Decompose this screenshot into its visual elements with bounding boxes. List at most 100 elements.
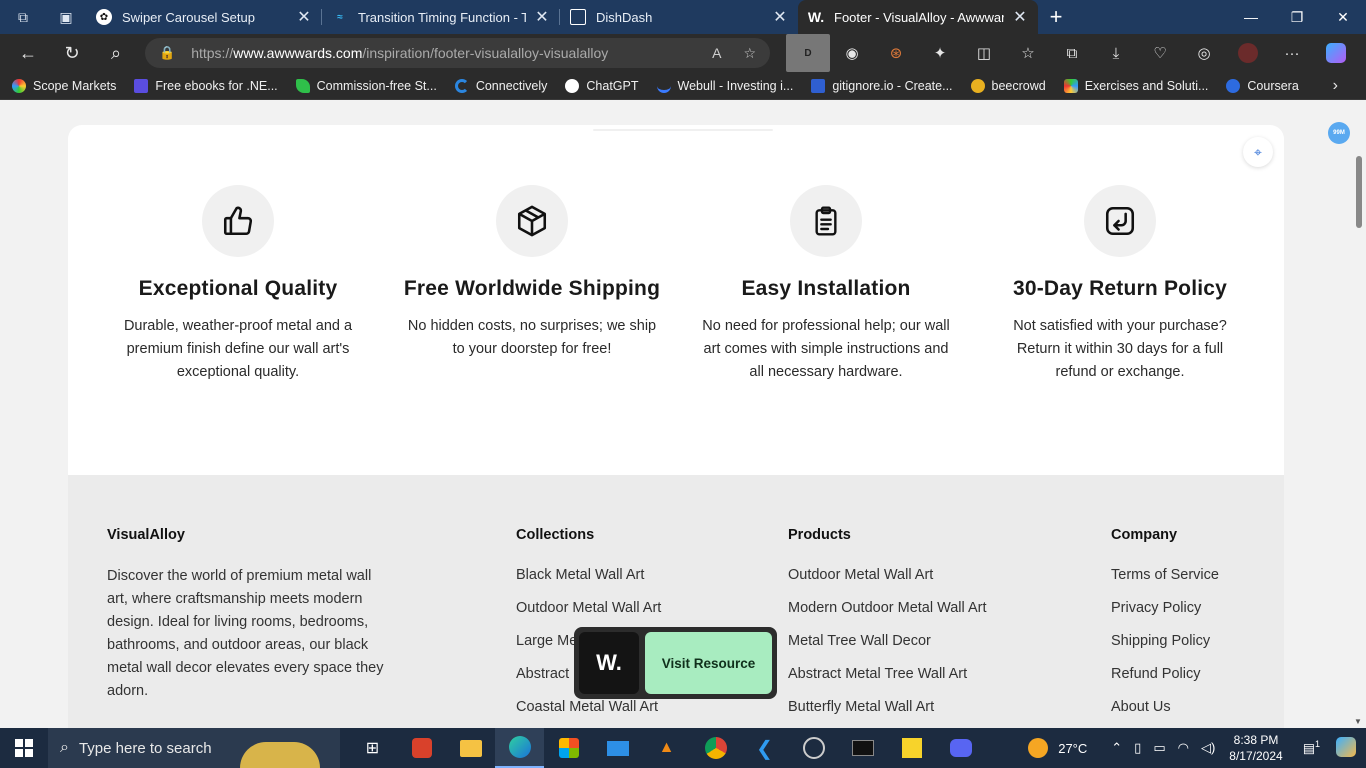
footer-link[interactable]: Butterfly Metal Wall Art xyxy=(788,697,987,728)
copilot-taskbar-icon[interactable] xyxy=(1336,736,1356,760)
chrome-icon[interactable] xyxy=(691,728,740,768)
footer-link[interactable]: Refund Policy xyxy=(1111,664,1219,697)
extensions-puzzle-icon[interactable]: ✦ xyxy=(918,34,962,72)
feature-text: Durable, weather-proof metal and a premi… xyxy=(123,318,353,380)
new-tab-button[interactable]: + xyxy=(1038,0,1074,34)
footer-company: Company Terms of Service Privacy Policy … xyxy=(1111,527,1219,728)
vlc-icon[interactable]: ▲ xyxy=(642,728,691,768)
feature-text: Not satisfied with your purchase? Return… xyxy=(1013,318,1227,380)
windows-start-icon[interactable] xyxy=(0,728,48,768)
microsoft-store-icon[interactable] xyxy=(544,728,593,768)
visual-search-icon[interactable]: ⌖ xyxy=(1243,137,1273,167)
footer-link[interactable]: Terms of Service xyxy=(1111,565,1219,598)
terminal-icon[interactable] xyxy=(838,728,887,768)
tab-dishdash[interactable]: DishDash ✕ xyxy=(560,0,798,34)
weather-widget[interactable]: 27°C xyxy=(1028,738,1087,758)
chevron-right-icon[interactable]: › xyxy=(1333,77,1338,95)
footer-brand-name: VisualAlloy xyxy=(107,527,185,543)
copilot-edge-icon[interactable]: ◎ xyxy=(1182,34,1226,72)
read-aloud-icon[interactable]: A xyxy=(712,45,721,62)
bookmark-item[interactable]: Commission-free St... xyxy=(295,78,437,93)
bookmark-item[interactable]: beecrowd xyxy=(970,78,1046,93)
visit-resource-button[interactable]: Visit Resource xyxy=(645,632,772,694)
footer-link[interactable]: About Us xyxy=(1111,697,1219,728)
footer-link[interactable]: Abstract Metal Tree Wall Art xyxy=(788,664,987,697)
extension-compass-icon[interactable]: ⊛ xyxy=(874,34,918,72)
discord-icon[interactable] xyxy=(936,728,985,768)
performance-icon[interactable]: ♡ xyxy=(1138,34,1182,72)
extension-badge[interactable]: 99M xyxy=(1328,122,1350,144)
close-tab-icon[interactable]: ✕ xyxy=(534,7,550,27)
bookmark-item[interactable]: Free ebooks for .NE... xyxy=(134,78,278,93)
device-icon[interactable]: ▯ xyxy=(1134,740,1141,756)
workspaces-icon[interactable]: ⧉ xyxy=(0,0,46,34)
footer-link[interactable]: Privacy Policy xyxy=(1111,598,1219,631)
awwwards-logo[interactable]: W. xyxy=(579,632,639,694)
extension-d-icon[interactable]: D xyxy=(786,34,830,72)
footer-brand: VisualAlloy Discover the world of premiu… xyxy=(107,527,392,703)
chevron-up-icon[interactable]: ⌃ xyxy=(1111,740,1122,756)
page-scrollbar[interactable]: ▼ xyxy=(1352,101,1366,728)
bookmark-item[interactable]: gitignore.io - Create... xyxy=(811,78,953,93)
close-tab-icon[interactable]: ✕ xyxy=(296,7,312,27)
url-field[interactable]: 🔒 https://www.awwwards.com/inspiration/f… xyxy=(145,38,770,68)
scrollbar-thumb[interactable] xyxy=(1356,156,1362,228)
footer-link[interactable]: Coastal Metal Wall Art xyxy=(516,697,661,728)
footer-link[interactable]: Metal Tree Wall Decor xyxy=(788,631,987,664)
back-icon[interactable]: ← xyxy=(6,34,50,72)
mail-icon[interactable] xyxy=(593,728,642,768)
close-window-icon[interactable]: ✕ xyxy=(1320,0,1366,34)
edge-browser-icon[interactable] xyxy=(495,728,544,768)
notifications-icon[interactable]: ▤1 xyxy=(1303,739,1320,756)
features-section: ⌖ Exceptional Quality Durable, weather-p… xyxy=(68,125,1284,475)
wifi-icon[interactable]: ◠ xyxy=(1178,740,1189,756)
bookmark-item[interactable]: Exercises and Soluti... xyxy=(1063,78,1208,93)
tab-awwwards[interactable]: W. Footer - VisualAlloy - Awwwards ✕ xyxy=(798,0,1038,34)
scope-icon xyxy=(12,78,26,93)
power-app-icon[interactable] xyxy=(397,728,446,768)
extension-globe-icon[interactable]: ◉ xyxy=(830,34,874,72)
footer-link[interactable]: Outdoor Metal Wall Art xyxy=(788,565,987,598)
document-icon xyxy=(570,9,586,25)
taskbar-search-field[interactable]: ⌕ Type here to search xyxy=(48,728,340,768)
gitignore-icon xyxy=(811,78,826,93)
favorite-star-icon[interactable]: ☆ xyxy=(743,45,756,62)
bookmark-item[interactable]: Scope Markets xyxy=(12,78,116,93)
collections-icon[interactable]: ⧉ xyxy=(1050,34,1094,72)
bookmark-item[interactable]: Connectively xyxy=(454,78,547,93)
downloads-icon[interactable]: ⤓ xyxy=(1094,34,1138,72)
media-player-icon[interactable] xyxy=(789,728,838,768)
file-explorer-icon[interactable] xyxy=(446,728,495,768)
bookmark-item[interactable]: Webull - Investing i... xyxy=(656,79,793,93)
vscode-icon[interactable]: ❮ xyxy=(740,728,789,768)
sticky-notes-icon[interactable] xyxy=(887,728,936,768)
favorites-icon[interactable]: ☆ xyxy=(1006,34,1050,72)
footer-brand-description: Discover the world of premium metal wall… xyxy=(107,568,384,699)
tab-actions-icon[interactable]: ▣ xyxy=(46,0,86,34)
search-icon[interactable]: ⌕ xyxy=(94,34,138,72)
copilot-icon[interactable] xyxy=(1314,34,1358,72)
profile-avatar[interactable] xyxy=(1226,34,1270,72)
split-screen-icon[interactable]: ◫ xyxy=(962,34,1006,72)
footer-link[interactable]: Shipping Policy xyxy=(1111,631,1219,664)
restore-icon[interactable]: ❐ xyxy=(1274,0,1320,34)
thumbs-up-icon xyxy=(202,185,274,257)
footer-link[interactable]: Modern Outdoor Metal Wall Art xyxy=(788,598,987,631)
bookmark-item[interactable]: ChatGPT xyxy=(565,78,639,93)
scroll-down-icon[interactable]: ▼ xyxy=(1354,717,1362,726)
tab-swiper[interactable]: ✿ Swiper Carousel Setup ✕ xyxy=(86,0,322,34)
tailwind-icon: ≈ xyxy=(337,11,343,23)
bookmark-item[interactable]: Coursera xyxy=(1226,78,1299,93)
volume-icon[interactable]: ◁) xyxy=(1201,740,1215,756)
footer-link[interactable]: Black Metal Wall Art xyxy=(516,565,661,598)
refresh-icon[interactable]: ↻ xyxy=(50,34,94,72)
close-tab-icon[interactable]: ✕ xyxy=(772,7,788,27)
clock[interactable]: 8:38 PM 8/17/2024 xyxy=(1229,732,1282,764)
minimize-icon[interactable]: — xyxy=(1228,0,1274,34)
box-icon xyxy=(496,185,568,257)
tab-tailwind[interactable]: ≈ Transition Timing Function - Tailw ✕ xyxy=(322,0,560,34)
close-tab-icon[interactable]: ✕ xyxy=(1012,7,1028,27)
more-menu-icon[interactable]: ··· xyxy=(1270,34,1314,72)
battery-icon[interactable]: ▭ xyxy=(1153,740,1165,756)
task-view-icon[interactable]: ⊞ xyxy=(348,728,397,768)
